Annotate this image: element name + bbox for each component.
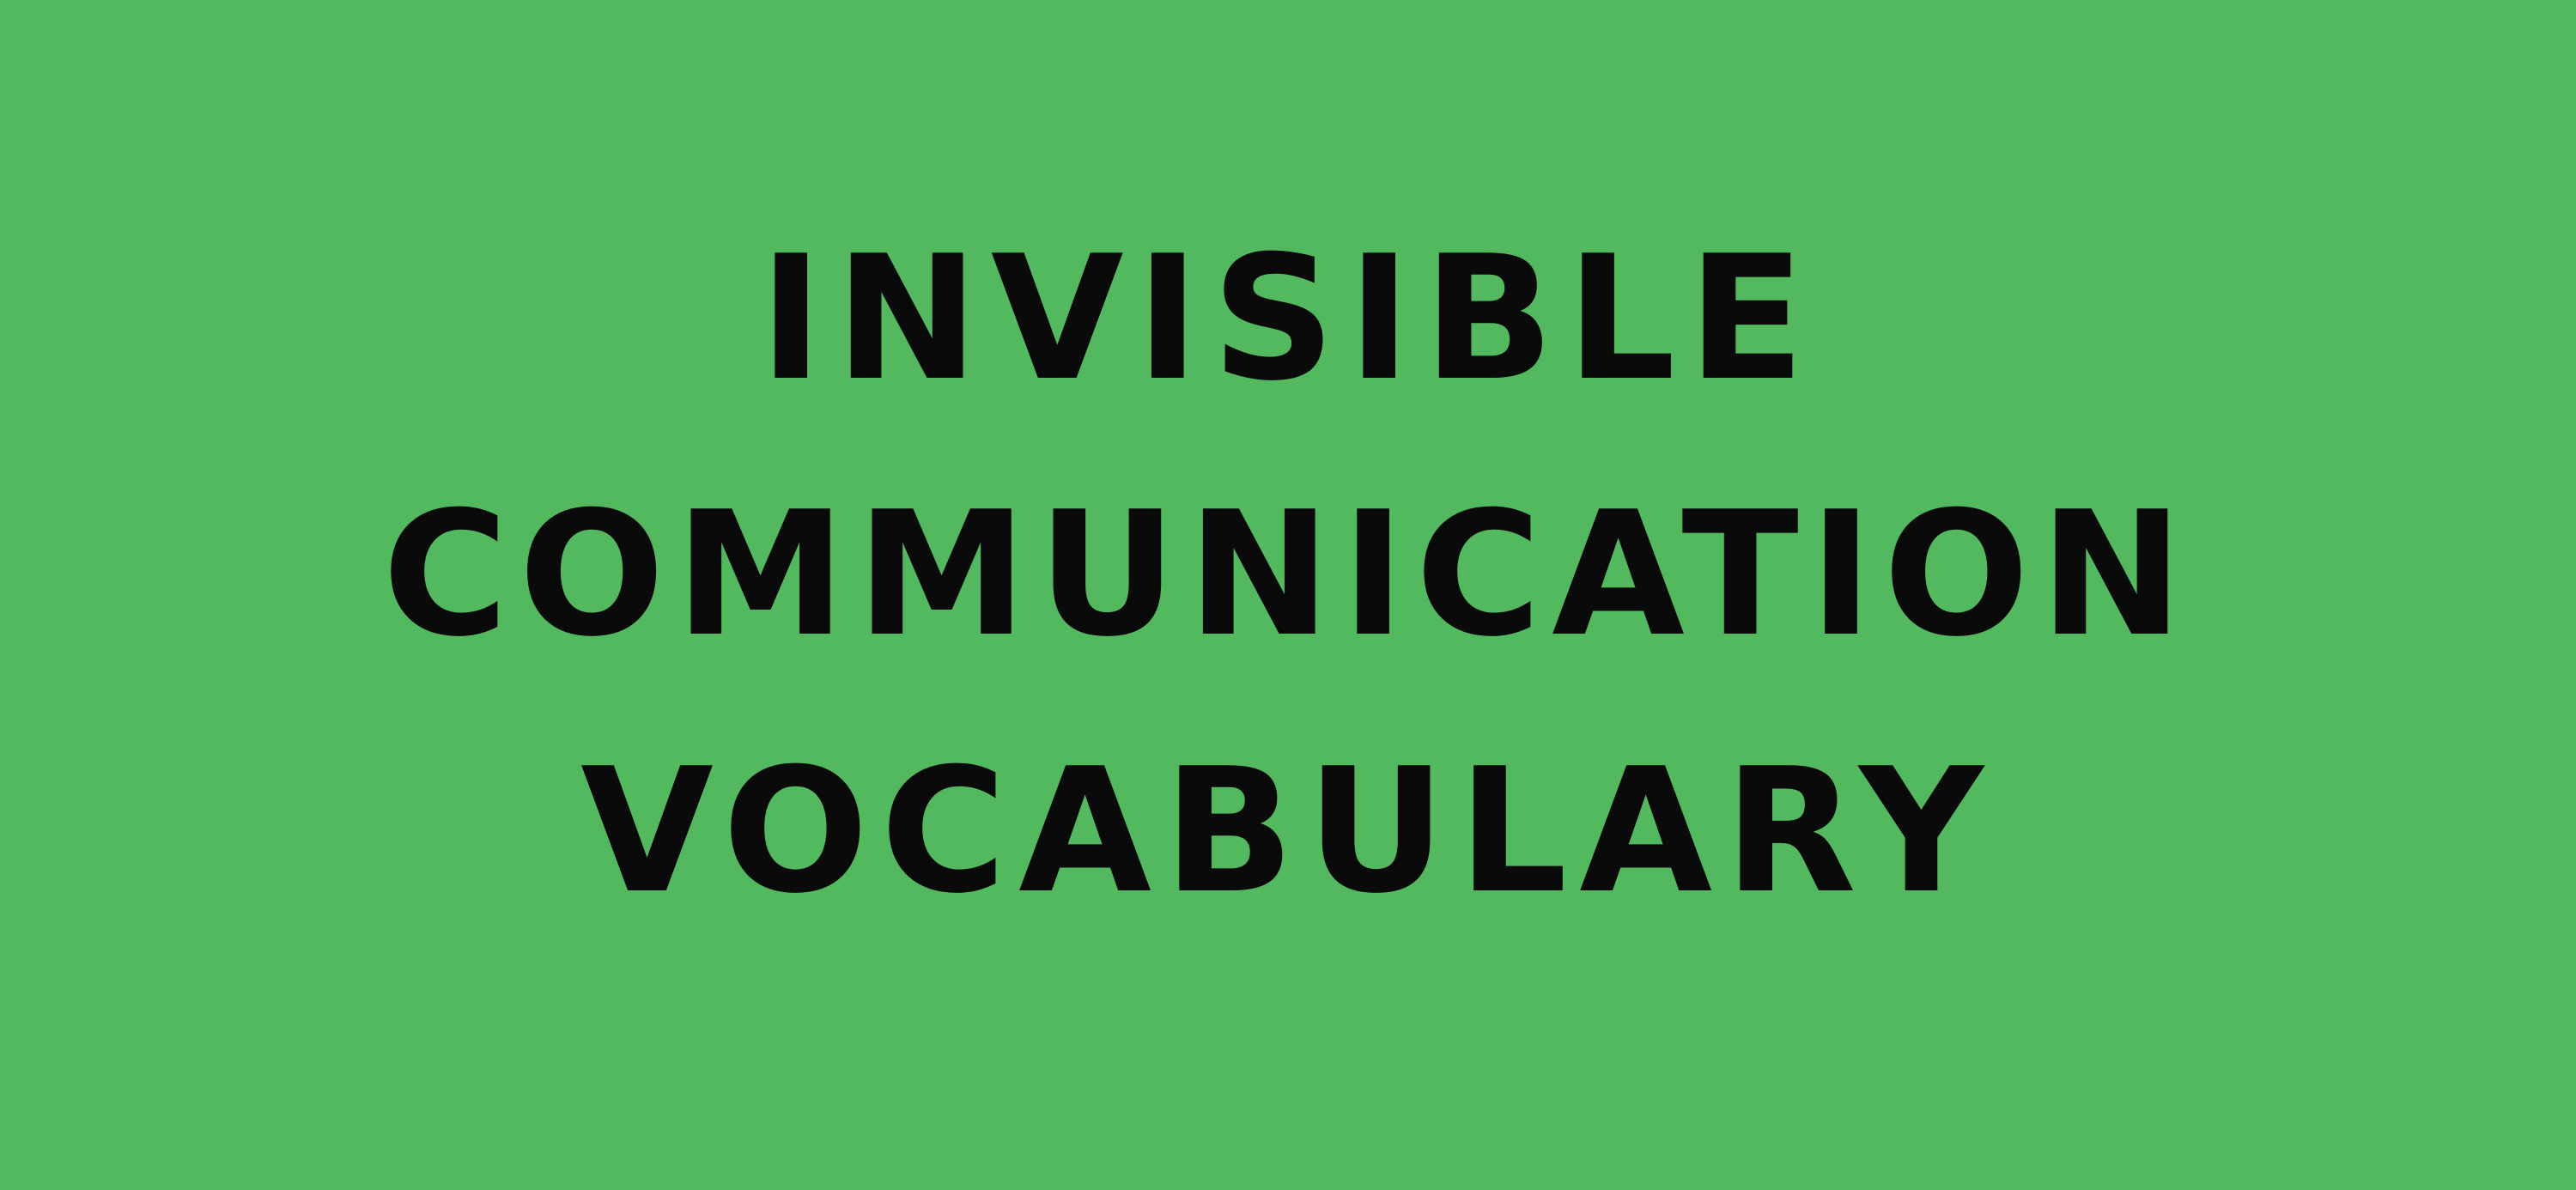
title-line-1: INVISIBLE [759,219,1817,419]
title-line-3: VOCABULARY [580,732,1996,932]
title-card: INVISIBLE COMMUNICATION VOCABULARY [0,0,2576,1190]
title-line-2: COMMUNICATION [382,475,2194,675]
title-heading: INVISIBLE COMMUNICATION VOCABULARY [0,0,2576,1190]
